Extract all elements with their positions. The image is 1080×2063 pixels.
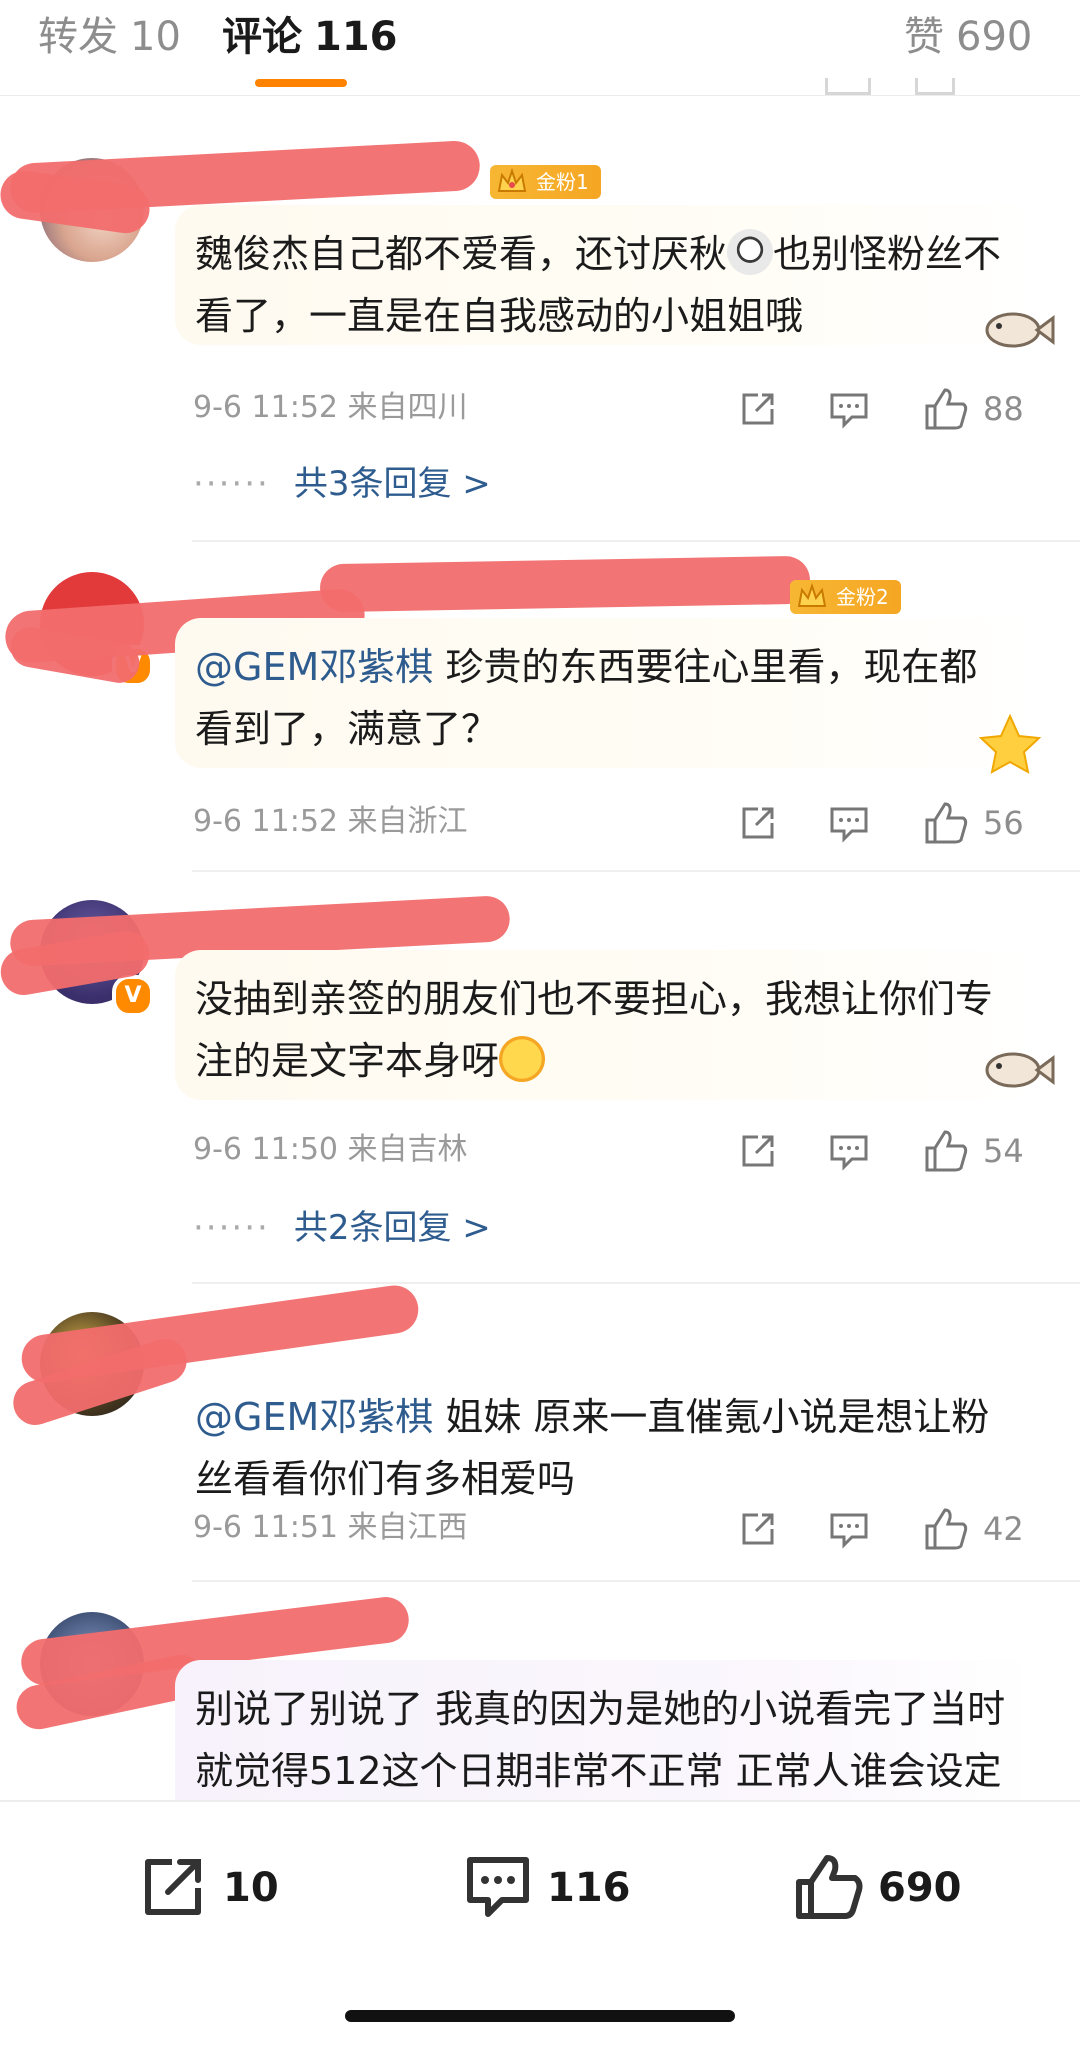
mention-link[interactable]: @GEM邓紫棋 <box>195 1395 433 1439</box>
fan-level-badge: 金粉1 <box>490 165 601 199</box>
comment-time: 9-6 11:52 <box>193 390 338 425</box>
share-icon[interactable] <box>738 798 778 848</box>
like-button[interactable]: 690 <box>793 1852 973 1922</box>
tab-likes-count: 690 <box>956 14 1033 60</box>
comment-bubble[interactable]: @GEM邓紫棋 姐妹 原来一直催氪小说是想让粉丝看看你们有多相爱吗 <box>175 1368 1035 1501</box>
repost-button[interactable]: 10 <box>138 1852 298 1922</box>
dots-icon: ······ <box>193 464 270 504</box>
like-count: 690 <box>878 1865 962 1911</box>
scrolled-icon-fragment <box>915 78 955 95</box>
fan-level-badge: 金粉2 <box>790 580 901 614</box>
divider <box>192 870 1080 872</box>
comment-actions: 56 <box>738 798 1028 848</box>
thumbs-up-icon <box>925 802 968 844</box>
active-tab-indicator <box>255 79 347 87</box>
comment-bubble[interactable]: @GEM邓紫棋 珍贵的东西要往心里看，现在都看到了，满意了？ <box>175 618 1035 768</box>
comment-text: 没抽到亲签的朋友们也不要担心，我想让你们专注的是文字本身呀 <box>195 977 994 1083</box>
tab-bar: 转发 10 评论 116 赞 690 <box>0 0 1080 96</box>
comment-count: 116 <box>547 1865 631 1911</box>
comment-time: 9-6 11:51 <box>193 1510 338 1545</box>
repost-count: 10 <box>223 1865 279 1911</box>
view-replies-link[interactable]: ······ 共3条回复 > <box>193 462 491 506</box>
verified-badge-icon: V <box>112 975 154 1017</box>
thumbs-up-icon <box>925 1130 968 1172</box>
thumbs-up-icon <box>925 1508 968 1550</box>
comment-icon[interactable] <box>828 384 870 434</box>
dots-icon: ······ <box>193 1208 270 1248</box>
fan-badge-label: 金粉2 <box>836 585 889 609</box>
scrolled-icon-fragment <box>825 78 871 95</box>
tab-likes[interactable]: 赞 690 <box>904 12 1032 62</box>
husky-emoji-icon <box>727 229 774 275</box>
tab-comments[interactable]: 评论 116 <box>222 12 398 62</box>
share-icon <box>145 1859 201 1915</box>
comment-meta: 9-6 11:52 来自四川 <box>193 388 468 428</box>
comment-bubble[interactable]: 魏俊杰自己都不爱看，还讨厌秋 也别怪粉丝不看了，一直是在自我感动的小姐姐哦 <box>175 205 1035 345</box>
bottom-action-bar: 10 116 690 <box>0 1800 1080 2063</box>
tab-likes-label: 赞 <box>904 14 944 60</box>
replies-label: 共2条回复 > <box>293 1208 491 1248</box>
mention-link[interactable]: @GEM邓紫棋 <box>195 645 433 689</box>
like-button[interactable]: 54 <box>923 1126 1028 1176</box>
thumbs-up-icon <box>796 1855 863 1919</box>
divider <box>192 1282 1080 1284</box>
tab-comments-label: 评论 <box>222 14 302 60</box>
like-button[interactable]: 42 <box>923 1504 1028 1554</box>
comment-location: 来自吉林 <box>347 1132 468 1167</box>
comment-meta: 9-6 11:50 来自吉林 <box>193 1130 468 1170</box>
thumbs-up-icon <box>925 388 968 430</box>
share-icon[interactable] <box>738 1504 778 1554</box>
fan-badge-label: 金粉1 <box>536 170 589 194</box>
tab-reposts-count: 10 <box>130 14 181 60</box>
fish-decoration-icon <box>985 312 1055 348</box>
comment-text: 魏俊杰自己都不爱看，还讨厌秋 <box>195 232 728 276</box>
comment-time: 9-6 11:50 <box>193 1132 338 1167</box>
star-decoration-icon <box>978 713 1042 774</box>
laughing-emoji-icon <box>499 1036 546 1082</box>
crown-icon <box>497 167 527 192</box>
tab-reposts[interactable]: 转发 10 <box>38 12 181 62</box>
comment-icon[interactable] <box>828 1504 870 1554</box>
comment-bubble[interactable]: 没抽到亲签的朋友们也不要担心，我想让你们专注的是文字本身呀 <box>175 950 1035 1100</box>
comment-time: 9-6 11:52 <box>193 804 338 839</box>
comment-meta: 9-6 11:52 来自浙江 <box>193 802 468 842</box>
comment-actions: 54 <box>738 1126 1028 1176</box>
share-icon[interactable] <box>738 1126 778 1176</box>
comment-icon[interactable] <box>828 1126 870 1176</box>
like-count: 42 <box>983 1510 1024 1548</box>
like-count: 54 <box>983 1132 1024 1170</box>
view-replies-link[interactable]: ······ 共2条回复 > <box>193 1206 491 1250</box>
tab-reposts-label: 转发 <box>38 14 118 60</box>
replies-label: 共3条回复 > <box>293 464 491 504</box>
tab-comments-count: 116 <box>314 14 398 60</box>
comment-icon[interactable] <box>828 798 870 848</box>
like-button[interactable]: 88 <box>923 384 1028 434</box>
crown-icon <box>797 582 827 607</box>
like-count: 56 <box>983 804 1024 842</box>
share-icon[interactable] <box>738 384 778 434</box>
username-redaction <box>319 555 811 613</box>
home-indicator <box>345 2010 735 2022</box>
like-count: 88 <box>983 390 1024 428</box>
comment-button[interactable]: 116 <box>462 1852 642 1922</box>
comment-actions: 42 <box>738 1504 1028 1554</box>
like-button[interactable]: 56 <box>923 798 1028 848</box>
comment-location: 来自江西 <box>347 1510 468 1545</box>
comment-meta: 9-6 11:51 来自江西 <box>193 1508 468 1548</box>
comment-location: 来自四川 <box>347 390 468 425</box>
comment-actions: 88 <box>738 384 1028 434</box>
comment-location: 来自浙江 <box>347 804 468 839</box>
fish-decoration-icon <box>985 1052 1055 1088</box>
divider <box>192 540 1080 542</box>
comment-icon <box>467 1857 529 1917</box>
divider <box>192 1580 1080 1582</box>
